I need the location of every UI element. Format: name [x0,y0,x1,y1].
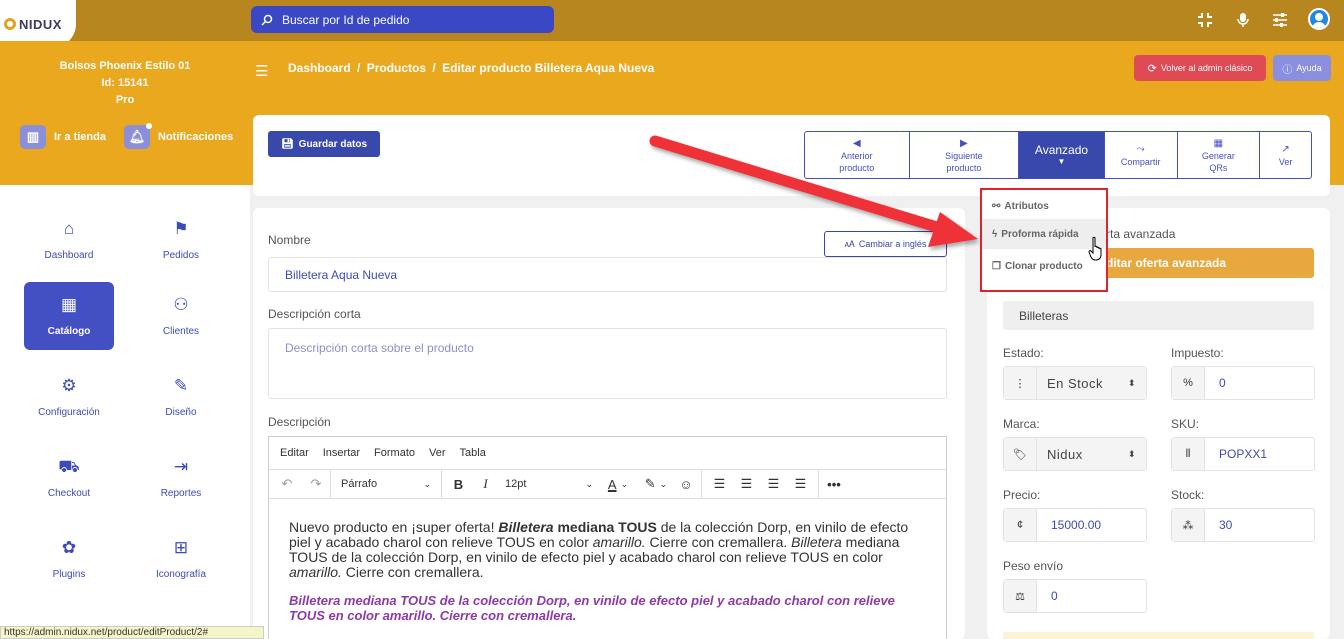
annotation-arrow [649,135,978,247]
status-bar-url: https://admin.nidux.net/product/editProd… [0,626,264,639]
hand-cursor-icon [1088,236,1102,261]
